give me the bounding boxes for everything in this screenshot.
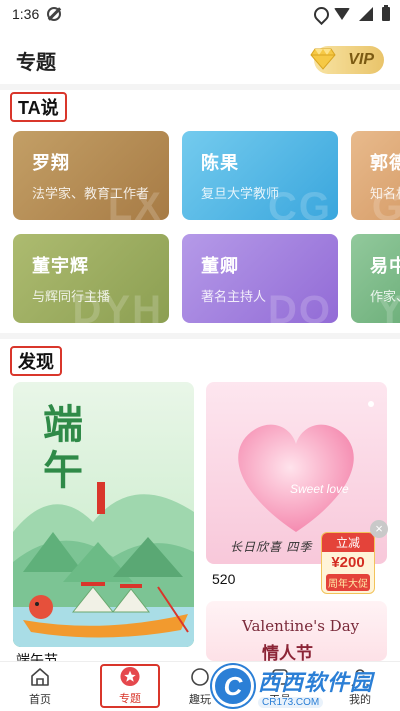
section-title-ta: TA说 — [10, 92, 67, 122]
card-watermark: DQ — [268, 288, 332, 323]
section-title-discover: 发现 — [10, 346, 62, 376]
promo-bottom: 周年大促 — [326, 574, 370, 591]
person-name: 董卿 — [201, 256, 239, 276]
discover-card-duanwu[interactable]: 端午 — [13, 382, 194, 647]
person-name: 陈果 — [201, 153, 239, 173]
dnd-icon — [47, 7, 62, 21]
site-watermark: C 西西软件园 CR173.COM — [212, 664, 382, 708]
person-card-guode[interactable]: 郭德 知名相 G — [351, 131, 400, 220]
valentine-title: Valentine's Day — [242, 617, 360, 635]
nav-label: 首页 — [29, 694, 51, 706]
person-name: 董宇辉 — [32, 256, 89, 276]
promo-badge[interactable]: 立减 ¥200 周年大促 — [321, 532, 375, 594]
promo-amount: ¥200 — [331, 554, 365, 571]
card-caption-520: 520 — [212, 571, 236, 587]
signal-icon — [359, 7, 373, 21]
home-icon — [31, 668, 49, 686]
card-watermark: DYH — [72, 288, 163, 323]
page-title: 专题 — [16, 51, 56, 74]
nav-item-topics[interactable]: 专题 — [100, 664, 160, 708]
person-card-yizhong[interactable]: 易中 作家、 Y — [351, 234, 400, 323]
star-badge-icon — [120, 666, 140, 687]
nav-label: 趣玩 — [189, 694, 211, 706]
promo-close-button[interactable]: × — [370, 520, 388, 538]
sweet-love-text: Sweet love — [290, 482, 349, 496]
status-time: 1:36 — [12, 6, 40, 22]
divider — [0, 84, 400, 90]
vip-button[interactable]: VIP — [310, 46, 384, 74]
nav-item-home[interactable]: 首页 — [10, 666, 70, 710]
duanwu-illustration — [13, 482, 194, 647]
fun-icon — [191, 668, 209, 686]
promo-top: 立减 — [322, 533, 374, 552]
wifi-icon — [334, 8, 350, 20]
watermark-title: 西西软件园 — [258, 669, 374, 695]
status-icons — [314, 5, 390, 21]
battery-icon — [382, 5, 390, 21]
person-name: 郭德 — [370, 153, 400, 173]
diamond-icon — [310, 48, 336, 70]
card2-subtitle: 长日欣喜 四季 — [230, 540, 313, 554]
valentine-subtitle: 情人节 — [262, 644, 313, 661]
card-watermark: CG — [268, 185, 332, 220]
card-watermark: G — [371, 185, 400, 220]
discover-card-valentine[interactable]: Valentine's Day 情人节 — [206, 601, 387, 661]
duanwu-title-art: 端午 — [43, 401, 83, 494]
divider — [0, 333, 400, 339]
location-icon — [314, 7, 325, 21]
nav-label: 专题 — [119, 693, 141, 705]
card-caption-duanwu: 端午节 — [16, 652, 58, 661]
vip-label: VIP — [348, 51, 374, 68]
person-name: 易中 — [370, 256, 400, 276]
person-name: 罗翔 — [32, 153, 70, 173]
person-card-luoxiang[interactable]: 罗翔 法学家、教育工作者 LX — [13, 131, 169, 220]
app-header: 专题 VIP — [0, 38, 400, 82]
watermark-text: 西西软件园 CR173.COM — [258, 665, 373, 708]
status-bar: 1:36 — [0, 0, 400, 28]
person-card-dongyuhui[interactable]: 董宇辉 与辉同行主播 DYH — [13, 234, 169, 323]
person-card-dongqing[interactable]: 董卿 著名主持人 DQ — [182, 234, 338, 323]
card-watermark: LX — [107, 185, 163, 220]
person-card-chenguo[interactable]: 陈果 复旦大学教师 CG — [182, 131, 338, 220]
watermark-logo-icon: C — [212, 665, 254, 707]
watermark-url: CR173.COM — [258, 696, 324, 708]
card-watermark: Y — [376, 288, 400, 323]
